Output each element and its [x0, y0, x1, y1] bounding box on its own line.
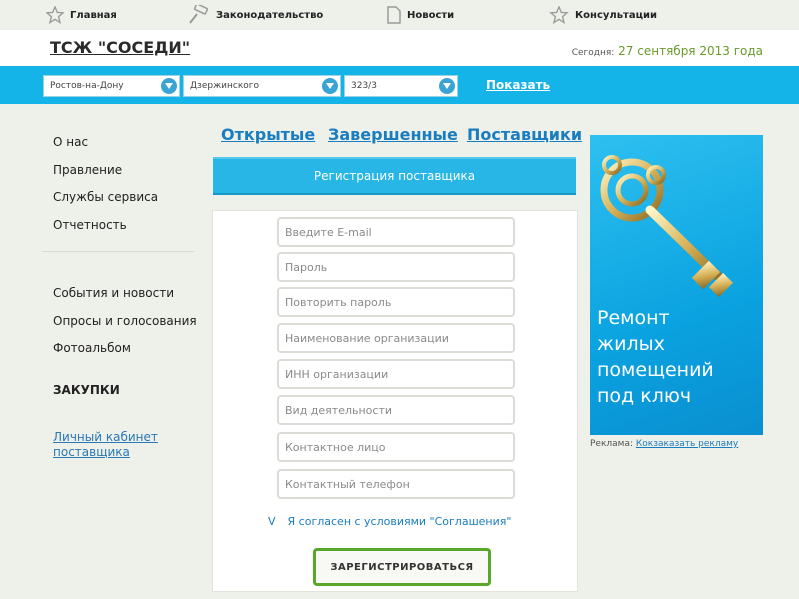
activity-type-field[interactable]: [277, 395, 515, 425]
ad-text: Ремонт жилых помещений под ключ: [597, 305, 714, 409]
date-label: Сегодня:: [571, 48, 615, 58]
star-outline-icon: [549, 6, 569, 24]
gavel-icon: [189, 5, 209, 24]
ad-banner[interactable]: Ремонт жилых помещений под ключ: [590, 135, 763, 435]
register-button-label: ЗАРЕГИСТРИРОВАТЬСЯ: [330, 561, 474, 573]
site-header: ТСЖ "СОСЕДИ" Сегодня: 27 сентября 2013 г…: [0, 30, 799, 66]
sidebar-item-reports[interactable]: Отчетность: [53, 218, 127, 232]
form-title: Регистрация поставщика: [313, 169, 476, 183]
ad-note-label: Реклама:: [590, 439, 634, 449]
organization-name-field[interactable]: [277, 323, 515, 353]
nav-item-home[interactable]: Главная: [46, 4, 117, 26]
sidebar-divider: [42, 251, 194, 252]
nav-item-consultations[interactable]: Консультации: [549, 4, 657, 26]
city-select-value: Ростов-на-Дону: [50, 81, 124, 91]
document-icon: [387, 6, 401, 24]
ad-line: жилых: [597, 333, 665, 355]
current-date: Сегодня: 27 сентября 2013 года: [572, 44, 763, 58]
top-navigation: Главная Законодательство Новости Консуль…: [0, 0, 799, 30]
site-title[interactable]: ТСЖ "СОСЕДИ": [50, 38, 190, 57]
street-select[interactable]: Дзержинского: [183, 75, 341, 97]
nav-item-label: Консультации: [575, 9, 658, 21]
sidebar-item-board[interactable]: Правление: [53, 163, 122, 177]
contact-person-field[interactable]: [277, 432, 515, 462]
form-banner: Регистрация поставщика: [213, 157, 576, 195]
nav-item-label: Законодательство: [216, 9, 324, 21]
chevron-down-icon: [439, 78, 455, 94]
ad-line: Ремонт: [597, 307, 670, 329]
tab-open[interactable]: Открытые: [221, 125, 315, 144]
sidebar-supplier-cabinet-line1[interactable]: Личный кабинет: [53, 430, 158, 444]
sidebar-supplier-cabinet-line2[interactable]: поставщика: [53, 445, 130, 459]
chevron-down-icon: [161, 78, 177, 94]
sidebar-item-events[interactable]: События и новости: [53, 286, 174, 300]
key-icon: [600, 155, 734, 298]
order-ad-link[interactable]: Кокзаказать рекламу: [636, 439, 738, 449]
repeat-password-field[interactable]: [277, 287, 515, 317]
city-select[interactable]: Ростов-на-Дону: [43, 75, 180, 97]
agreement-row: V Я согласен с условиями "Соглашения": [268, 515, 511, 528]
house-select[interactable]: 323/3: [344, 75, 458, 97]
agreement-label[interactable]: Я согласен с условиями "Соглашения": [288, 515, 512, 528]
register-button[interactable]: ЗАРЕГИСТРИРОВАТЬСЯ: [313, 548, 491, 586]
inn-field[interactable]: [277, 359, 515, 389]
nav-item-legislation[interactable]: Законодательство: [188, 4, 323, 26]
house-select-value: 323/3: [351, 81, 377, 91]
show-button[interactable]: Показать: [486, 78, 550, 92]
sidebar-item-purchases[interactable]: ЗАКУПКИ: [53, 383, 120, 397]
tab-suppliers[interactable]: Поставщики: [467, 125, 582, 144]
address-filter-bar: Ростов-на-Дону Дзержинского 323/3 Показа…: [0, 66, 799, 104]
street-select-value: Дзержинского: [190, 81, 260, 91]
sidebar-item-polls[interactable]: Опросы и голосования: [53, 314, 197, 328]
contact-phone-field[interactable]: [277, 469, 515, 499]
nav-item-label: Новости: [407, 9, 455, 21]
star-icon: [46, 6, 64, 24]
ad-line: помещений: [597, 359, 714, 381]
nav-item-news[interactable]: Новости: [387, 4, 454, 26]
sidebar-item-about[interactable]: О нас: [53, 135, 88, 149]
chevron-down-icon: [322, 78, 338, 94]
nav-item-label: Главная: [70, 9, 117, 21]
date-value: 27 сентября 2013 года: [618, 44, 763, 58]
email-field[interactable]: [277, 217, 515, 247]
tab-completed[interactable]: Завершенные: [328, 125, 458, 144]
agreement-checkbox[interactable]: V: [268, 515, 276, 528]
ad-note: Реклама: Кокзаказать рекламу: [590, 439, 738, 449]
sidebar-item-services[interactable]: Службы сервиса: [53, 190, 158, 204]
sidebar-item-photos[interactable]: Фотоальбом: [53, 341, 131, 355]
password-field[interactable]: [277, 252, 515, 282]
ad-line: под ключ: [597, 385, 692, 407]
